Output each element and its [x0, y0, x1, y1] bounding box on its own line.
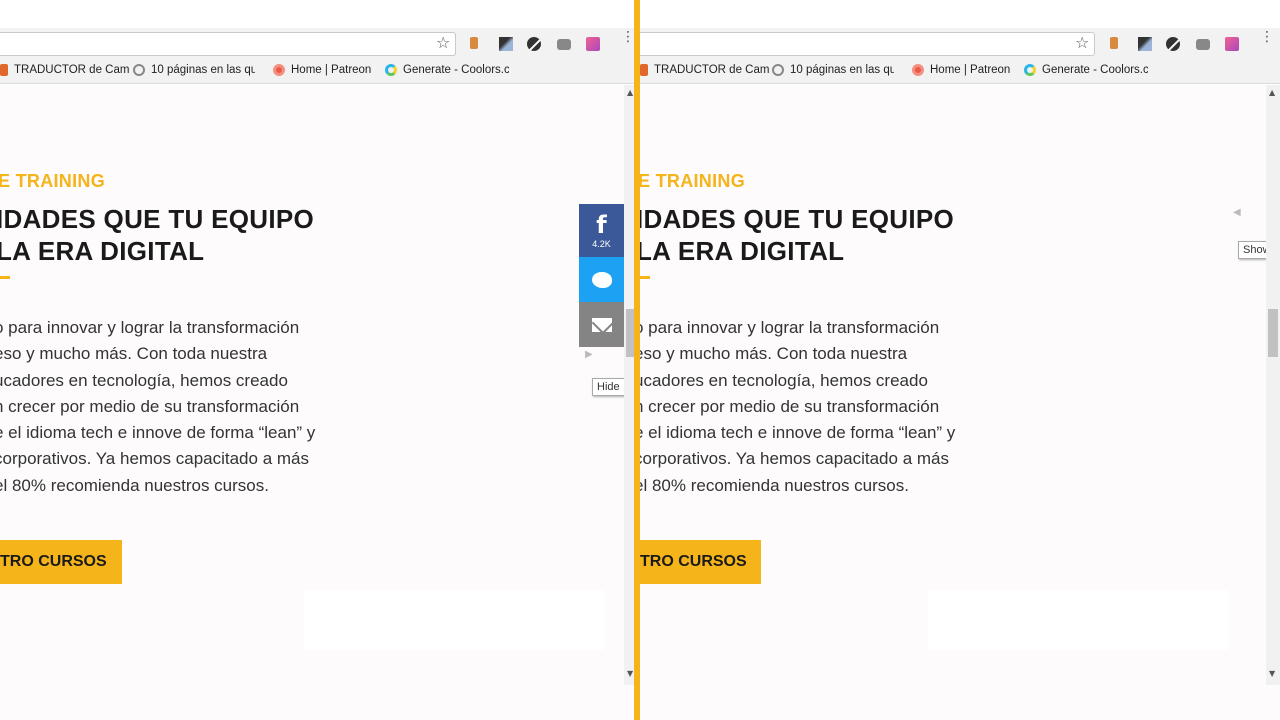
extension-gradient-icon[interactable]	[1225, 37, 1239, 51]
extension-gradient-icon[interactable]	[586, 37, 600, 51]
extension-hammer-icon[interactable]	[1110, 37, 1118, 49]
coolors-icon	[385, 64, 397, 76]
extension-camera-icon[interactable]	[557, 39, 571, 50]
courses-cta-button[interactable]: TRO CURSOS	[640, 540, 761, 584]
patreon-icon	[273, 64, 285, 76]
star-icon[interactable]: ☆	[436, 35, 450, 51]
more-vertical-icon[interactable]: ⋮	[1260, 30, 1274, 44]
email-share-button[interactable]	[579, 302, 624, 347]
bookmark-item[interactable]: Home | Patreon	[273, 64, 371, 76]
collapse-arrow-icon[interactable]: ▶	[585, 349, 593, 360]
bookmark-item[interactable]: Generate - Coolors.co	[385, 64, 509, 76]
patreon-icon	[912, 64, 924, 76]
page-content: E TRAINING IDADES QUE TU EQUIPO LA ERA D…	[0, 85, 634, 720]
facebook-share-count: 4.2K	[592, 238, 611, 249]
scrollbar-thumb[interactable]	[626, 309, 634, 357]
section-body: o para innovar y lograr la transformació…	[0, 318, 316, 495]
accent-rule	[0, 276, 10, 279]
extension-hammer-icon[interactable]	[470, 37, 478, 49]
hide-tooltip[interactable]: Hide	[592, 378, 625, 396]
bookmark-favicon-icon	[772, 64, 784, 76]
address-bar[interactable]	[640, 32, 1095, 56]
section-headline: IDADES QUE TU EQUIPO LA ERA DIGITAL	[0, 204, 315, 266]
scroll-up-icon[interactable]: ▲	[1269, 88, 1275, 97]
section-eyebrow: E TRAINING	[0, 171, 106, 191]
section-body: o para innovar y lograr la transformació…	[640, 318, 956, 495]
bookmarks-bar: TRADUCTOR de Cam 10 páginas en las que H…	[0, 60, 634, 82]
right-browser-panel: ☆ ⋮ TRADUCTOR de Cam 10 páginas en las q…	[640, 0, 1280, 720]
twitter-share-button[interactable]	[579, 257, 624, 302]
coolors-icon	[1024, 64, 1036, 76]
browser-toolbar: ☆ ⋮ TRADUCTOR de Cam 10 páginas en las q…	[640, 0, 1280, 84]
address-bar[interactable]	[0, 32, 456, 56]
content-block	[304, 590, 604, 650]
accent-rule	[640, 276, 650, 279]
expand-arrow-icon[interactable]: ◀	[1233, 207, 1241, 218]
comparison-stage: ☆ ⋮ TRADUCTOR de Cam 10 páginas en las q…	[0, 0, 1280, 720]
bookmark-item[interactable]: Generate - Coolors.co	[1024, 64, 1148, 76]
left-browser-panel: ☆ ⋮ TRADUCTOR de Cam 10 páginas en las q…	[0, 0, 634, 720]
bookmark-favicon-icon	[133, 64, 145, 76]
courses-cta-button[interactable]: TRO CURSOS	[0, 540, 122, 584]
scrollbar-thumb[interactable]	[1268, 309, 1278, 357]
page-scrollbar[interactable]: ▲ ▼	[1266, 85, 1280, 685]
content-block	[928, 590, 1228, 650]
scroll-up-icon[interactable]: ▲	[627, 88, 633, 97]
bookmark-item[interactable]: Home | Patreon	[912, 64, 1010, 76]
bookmark-favicon-icon	[640, 64, 648, 76]
facebook-icon: f	[596, 210, 607, 239]
section-eyebrow: E TRAINING	[640, 171, 746, 191]
browser-toolbar: ☆ ⋮ TRADUCTOR de Cam 10 páginas en las q…	[0, 0, 634, 84]
scroll-down-icon[interactable]: ▼	[627, 669, 633, 678]
extension-block-icon[interactable]	[1166, 37, 1180, 51]
bookmark-item[interactable]: TRADUCTOR de Cam	[0, 64, 129, 76]
bookmark-item[interactable]: 10 páginas en las que	[133, 64, 255, 76]
bookmarks-bar: TRADUCTOR de Cam 10 páginas en las que H…	[640, 60, 1280, 82]
extension-eyedropper-icon[interactable]	[1138, 37, 1152, 51]
scroll-down-icon[interactable]: ▼	[1269, 669, 1275, 678]
extension-camera-icon[interactable]	[1196, 39, 1210, 50]
facebook-share-button[interactable]: f 4.2K	[579, 204, 624, 257]
email-icon	[591, 317, 612, 332]
page-content: E TRAINING IDADES QUE TU EQUIPO LA ERA D…	[640, 85, 1280, 720]
bookmark-favicon-icon	[0, 64, 8, 76]
twitter-icon	[591, 271, 612, 288]
extension-eyedropper-icon[interactable]	[499, 37, 513, 51]
bookmark-item[interactable]: TRADUCTOR de Cam	[640, 64, 769, 76]
extension-block-icon[interactable]	[527, 37, 541, 51]
star-icon[interactable]: ☆	[1075, 35, 1089, 51]
more-vertical-icon[interactable]: ⋮	[621, 30, 634, 44]
social-share-bar: f 4.2K	[579, 204, 624, 347]
section-headline: IDADES QUE TU EQUIPO LA ERA DIGITAL	[640, 204, 955, 266]
page-scrollbar[interactable]: ▲ ▼	[624, 85, 634, 685]
bookmark-item[interactable]: 10 páginas en las que	[772, 64, 894, 76]
